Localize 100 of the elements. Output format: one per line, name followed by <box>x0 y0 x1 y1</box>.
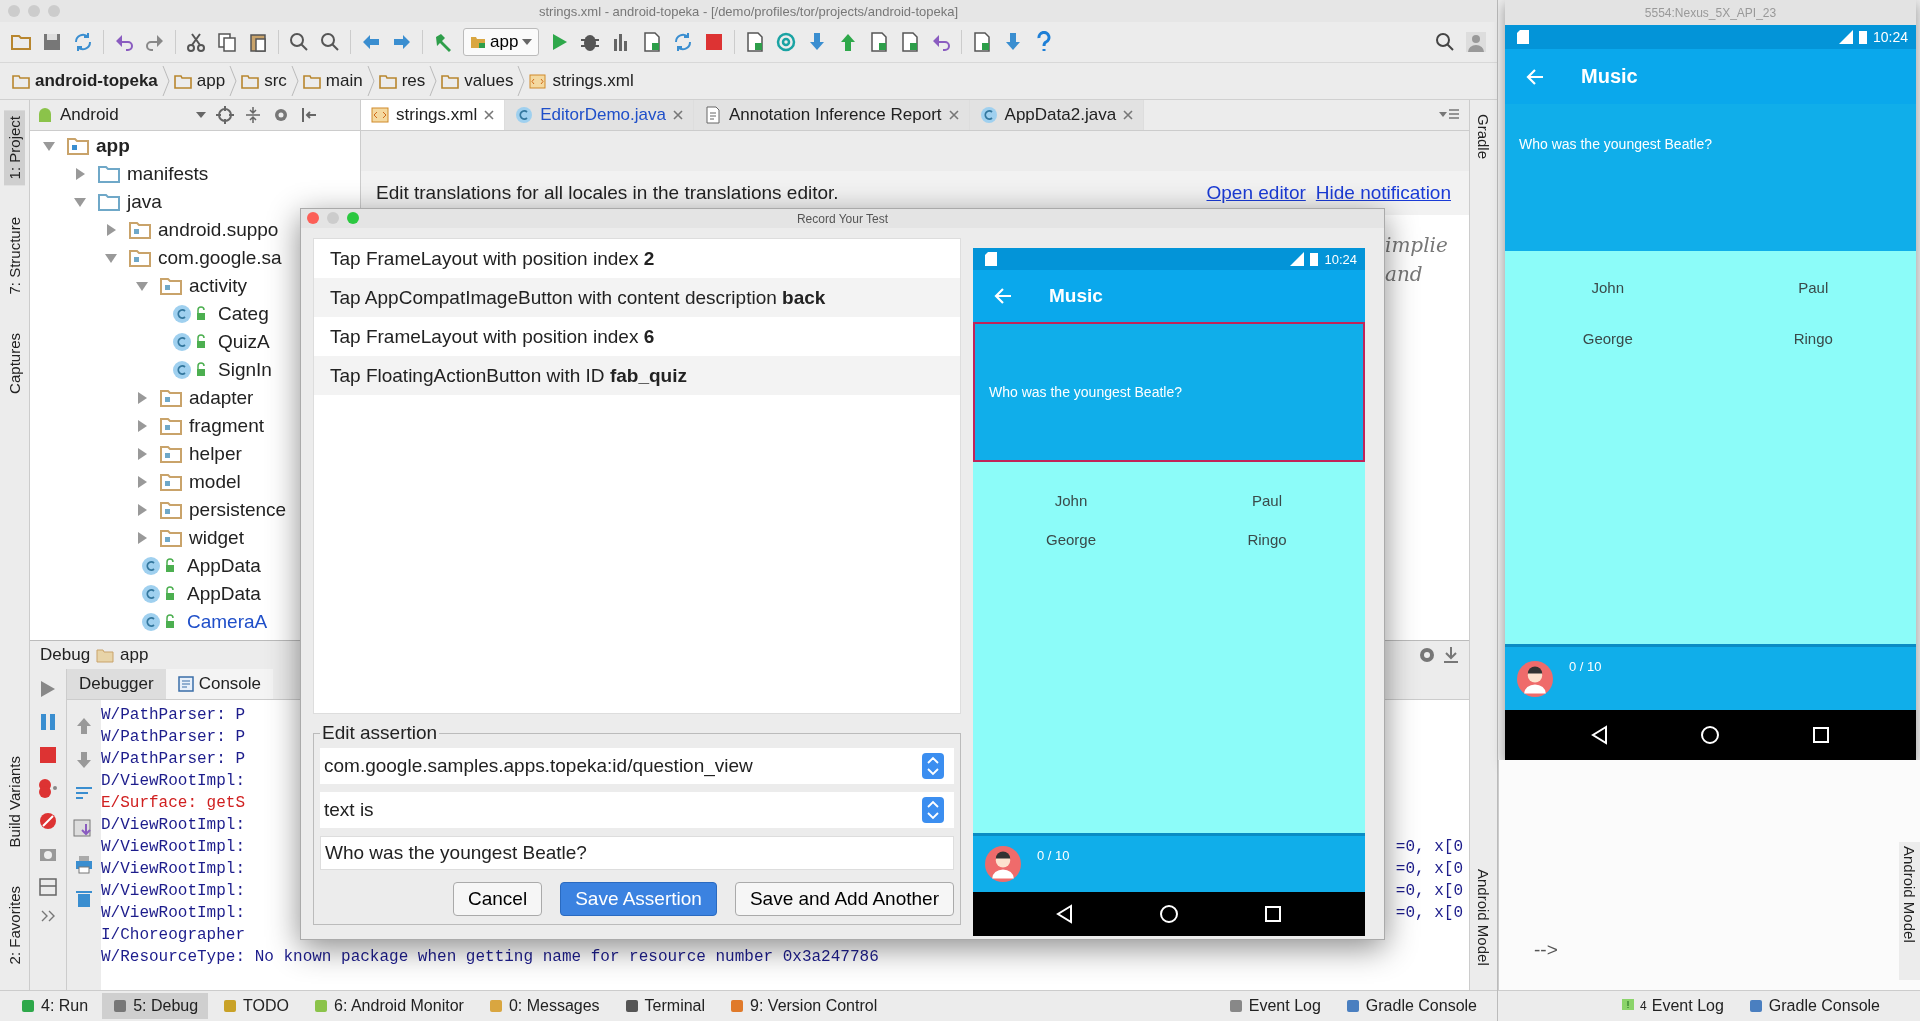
tree-item[interactable]: fragment <box>189 415 264 437</box>
recents-icon[interactable] <box>1263 904 1283 924</box>
back-arrow-icon[interactable] <box>993 286 1013 306</box>
tool-window-tab[interactable]: Captures <box>4 326 25 400</box>
tool-window-button[interactable]: 9: Version Control <box>719 993 888 1019</box>
answer-option[interactable]: George <box>1582 330 1633 347</box>
up-arrow-icon[interactable] <box>74 716 94 736</box>
mute-icon[interactable] <box>38 811 58 831</box>
tree-item[interactable]: SignIn <box>218 359 272 381</box>
breakpoints-icon[interactable] <box>37 778 59 798</box>
pause-icon[interactable] <box>38 712 58 732</box>
search-icon[interactable] <box>319 31 341 53</box>
recents-icon[interactable] <box>1810 725 1831 745</box>
back-icon[interactable] <box>1055 904 1075 924</box>
answer-option[interactable]: John <box>1054 492 1088 509</box>
tree-item[interactable]: CameraA <box>187 611 268 633</box>
tree-item[interactable]: model <box>189 471 241 493</box>
dialog-button[interactable]: Cancel <box>453 882 543 916</box>
tool-window-button[interactable]: Gradle Console <box>1334 993 1487 1019</box>
expand-arrow-icon[interactable] <box>42 139 56 153</box>
notification-link[interactable]: Hide notification <box>1315 182 1451 204</box>
expand-arrow-icon[interactable] <box>135 419 149 433</box>
locate-icon[interactable] <box>216 106 234 124</box>
target-icon[interactable] <box>775 31 798 53</box>
trash-icon[interactable] <box>74 888 94 908</box>
answer-option[interactable]: John <box>1591 279 1624 296</box>
down-arrow-icon[interactable] <box>74 750 94 770</box>
tree-item[interactable]: widget <box>189 527 244 549</box>
editor-tab[interactable]: AppData2.java <box>969 100 1145 130</box>
expand-arrow-icon[interactable] <box>135 503 149 517</box>
tool-window-button[interactable]: TODO <box>212 993 299 1019</box>
answer-option[interactable]: Paul <box>1798 279 1829 296</box>
close-icon[interactable] <box>484 110 495 120</box>
tool-window-tab[interactable]: 7: Structure <box>4 211 25 301</box>
expand-arrow-icon[interactable] <box>135 531 149 545</box>
home-icon[interactable] <box>1700 725 1721 745</box>
element-dropdown[interactable]: com.google.samples.apps.topeka:id/question_view <box>320 748 954 784</box>
tool-window-button[interactable]: Gradle Console <box>1737 993 1890 1019</box>
answer-option[interactable]: George <box>1045 531 1096 548</box>
window-controls[interactable] <box>307 212 359 224</box>
expand-arrow-icon[interactable] <box>135 475 149 489</box>
expand-arrow-icon[interactable] <box>135 391 149 405</box>
collapse-icon[interactable] <box>244 106 262 124</box>
back-arrow-icon[interactable] <box>1525 66 1545 87</box>
cut-icon[interactable] <box>185 31 207 53</box>
run-configuration-dropdown[interactable]: app <box>463 28 540 56</box>
breadcrumb[interactable]: android-topeka <box>12 71 158 91</box>
value-field[interactable]: Who was the youngest Beatle? <box>320 836 954 870</box>
tool-window-tab[interactable]: Android Model <box>1473 865 1494 970</box>
tool-window-tab[interactable]: Build Variants <box>4 750 25 854</box>
tool-window-button[interactable]: Terminal <box>613 993 716 1019</box>
project-view-dropdown[interactable]: Android <box>36 105 206 125</box>
answer-option[interactable]: Paul <box>1252 492 1282 509</box>
editor-tab[interactable]: Annotation Inference Report <box>693 100 970 130</box>
tree-item[interactable]: manifests <box>127 163 209 185</box>
tab-list-icon[interactable] <box>1439 108 1459 122</box>
breadcrumb[interactable]: res <box>378 71 426 91</box>
tree-item[interactable]: QuizA <box>218 331 270 353</box>
expand-arrow-icon[interactable] <box>135 279 149 293</box>
breadcrumb[interactable]: values <box>441 71 514 91</box>
save-icon[interactable] <box>41 31 63 53</box>
settings-icon[interactable] <box>1417 645 1437 665</box>
home-icon[interactable] <box>1159 904 1179 924</box>
expand-arrow-icon[interactable] <box>104 251 118 265</box>
close-icon[interactable] <box>672 110 683 120</box>
editor-tab[interactable]: EditorDemo.java <box>505 100 694 130</box>
search-icon[interactable] <box>288 31 310 53</box>
list-item[interactable]: Tap FrameLayout with position index 6 <box>330 325 655 348</box>
debug-tab[interactable]: Debugger <box>67 669 166 699</box>
tool-window-button[interactable]: 6: Android Monitor <box>303 993 474 1019</box>
tree-item[interactable]: Categ <box>218 303 269 325</box>
list-item[interactable]: Tap FrameLayout with position index 2 <box>330 247 655 270</box>
settings-icon[interactable] <box>272 106 290 124</box>
expand-arrow-icon[interactable] <box>104 223 118 237</box>
expand-arrow-icon[interactable] <box>73 195 87 209</box>
tree-item[interactable]: java <box>127 191 162 213</box>
tree-item[interactable]: android.suppo <box>158 219 279 241</box>
sync-icon[interactable] <box>72 31 94 53</box>
expand-arrow-icon[interactable] <box>73 167 87 181</box>
editor-tab[interactable]: strings.xml <box>361 100 506 130</box>
answer-option[interactable]: Ringo <box>1793 330 1833 347</box>
download-icon[interactable] <box>1443 646 1459 664</box>
tool-window-tab[interactable]: Android Model <box>1899 842 1920 980</box>
breadcrumb[interactable]: main <box>302 71 363 91</box>
save-button[interactable]: Save Assertion <box>560 882 717 916</box>
tool-window-button[interactable]: 4: Run <box>10 993 99 1019</box>
print-icon[interactable] <box>74 854 94 874</box>
copy-icon[interactable] <box>216 31 238 53</box>
layout-icon[interactable] <box>38 877 58 897</box>
breadcrumb[interactable]: src <box>241 71 287 91</box>
condition-dropdown[interactable]: text is <box>320 792 954 828</box>
debug-tab[interactable]: Console <box>165 669 274 699</box>
more-icon[interactable] <box>40 910 56 922</box>
breadcrumb[interactable]: strings.xml <box>529 71 634 91</box>
tool-window-button[interactable]: Event Log <box>1217 993 1331 1019</box>
tree-item[interactable]: persistence <box>189 499 287 521</box>
hide-icon[interactable] <box>300 106 318 124</box>
user-icon[interactable] <box>1465 31 1487 53</box>
tree-item[interactable]: app <box>96 135 130 157</box>
close-icon[interactable] <box>948 110 959 120</box>
